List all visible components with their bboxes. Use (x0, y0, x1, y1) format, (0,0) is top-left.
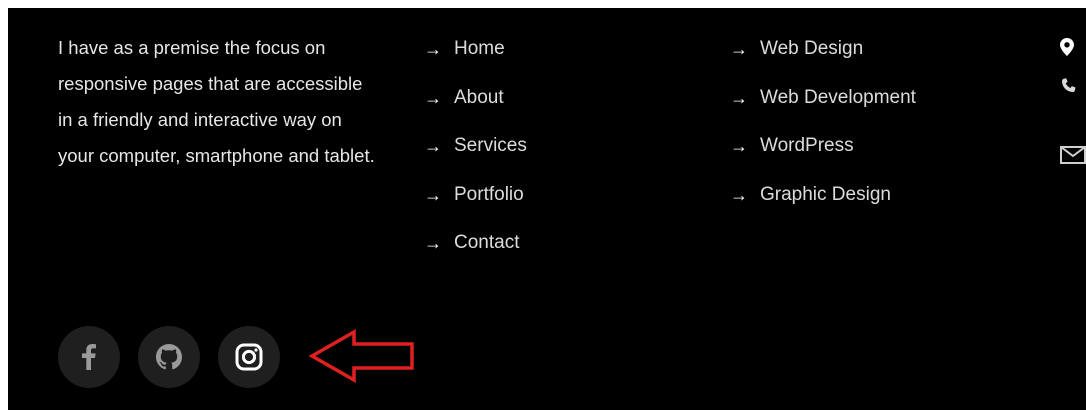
social-links (58, 326, 280, 388)
nav-link-about[interactable]: → About (424, 83, 527, 132)
github-icon (156, 344, 182, 370)
github-link[interactable] (138, 326, 200, 388)
arrow-right-icon: → (730, 87, 748, 108)
service-link-web-development[interactable]: → Web Development (730, 83, 916, 132)
phone-icon (1062, 78, 1076, 92)
service-link-label[interactable]: Web Development (760, 83, 916, 113)
service-link-web-design[interactable]: → Web Design (730, 34, 916, 83)
instagram-link[interactable] (218, 326, 280, 388)
arrow-right-icon: → (730, 136, 748, 156)
nav-links-list: → Home → About → Services → Portfolio → Conta… (424, 34, 527, 277)
service-link-graphic-design[interactable]: → Graphic Design (730, 180, 916, 229)
service-link-label[interactable]: Web Design (760, 34, 863, 64)
nav-link-label[interactable]: Portfolio (454, 180, 524, 210)
service-links-list: → Web Design → Web Development → WordPress … (730, 34, 916, 228)
envelope-icon (1060, 146, 1086, 164)
nav-link-label[interactable]: Home (454, 34, 505, 64)
nav-link-label[interactable]: About (454, 83, 504, 113)
arrow-right-icon: → (424, 39, 442, 59)
nav-link-portfolio[interactable]: → Portfolio (424, 180, 527, 229)
nav-link-home[interactable]: → Home (424, 34, 527, 83)
nav-link-label[interactable]: Services (454, 131, 527, 161)
instagram-icon (235, 343, 263, 371)
arrow-right-icon: → (424, 233, 442, 253)
nav-link-label[interactable]: Contact (454, 228, 519, 258)
nav-link-contact[interactable]: → Contact (424, 228, 527, 277)
facebook-link[interactable] (58, 326, 120, 388)
map-pin-icon (1060, 38, 1074, 56)
arrow-right-icon: → (730, 39, 748, 59)
arrow-right-icon: → (424, 184, 442, 205)
nav-link-services[interactable]: → Services (424, 131, 527, 180)
arrow-right-icon: → (424, 87, 442, 108)
about-text: I have as a premise the focus on respons… (58, 37, 375, 166)
service-link-label[interactable]: Graphic Design (760, 180, 891, 210)
service-link-wordpress[interactable]: → WordPress (730, 131, 916, 180)
service-link-label[interactable]: WordPress (760, 131, 854, 161)
facebook-icon (82, 344, 96, 370)
site-footer: I have as a premise the focus on respons… (8, 8, 1086, 410)
arrow-right-icon: → (424, 136, 442, 156)
red-arrow-annotation (308, 328, 414, 384)
arrow-right-icon: → (730, 184, 748, 205)
